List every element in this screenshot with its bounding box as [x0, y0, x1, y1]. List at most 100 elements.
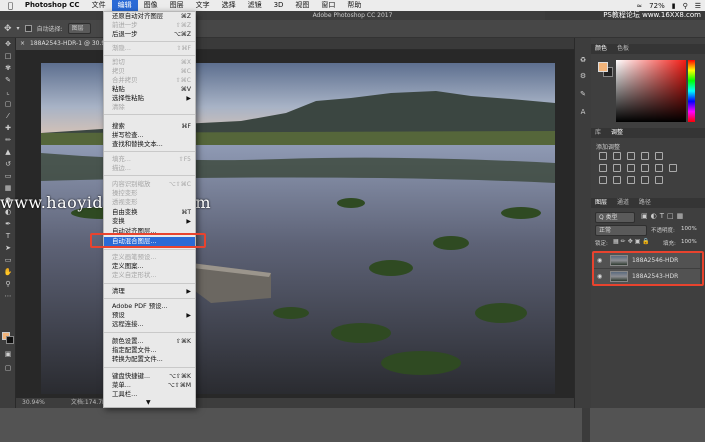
menu-select[interactable]: 选择	[216, 0, 242, 11]
menu-item[interactable]: 清理 ▶	[104, 287, 195, 296]
menu-item[interactable]: 键盘快捷键... ⌥⇧⌘K	[104, 372, 195, 381]
menu-item[interactable]: 菜单... ⌥⇧⌘M	[104, 381, 195, 390]
menu-item[interactable]: 渐隐... ⇧⌘F	[104, 44, 195, 53]
tab-layers[interactable]: 图层	[595, 199, 607, 206]
menu-item[interactable]: 定义画笔预设...	[104, 253, 195, 262]
threshold-icon[interactable]	[627, 176, 635, 184]
selective-color-icon[interactable]	[641, 176, 649, 184]
menu-item[interactable]: 合并拷贝 ⇧⌘C	[104, 76, 195, 85]
more-tools-icon[interactable]: ⋯	[3, 292, 13, 301]
opacity-value[interactable]: 100%	[681, 226, 697, 232]
background-color-swatch[interactable]	[6, 336, 14, 344]
menu-3d[interactable]: 3D	[268, 0, 290, 11]
curves-icon[interactable]	[627, 152, 635, 160]
lasso-icon[interactable]: ✾	[3, 64, 13, 73]
quick-mask-icon[interactable]: ▣	[3, 350, 13, 359]
menu-item[interactable]: 工具栏...	[104, 390, 195, 399]
menu-item[interactable]: 自由变换 ⌘T	[104, 208, 195, 217]
healing-icon[interactable]: ✚	[3, 124, 13, 133]
auto-select-dropdown[interactable]: 图层	[67, 23, 91, 34]
apple-menu-icon[interactable]: 	[0, 0, 19, 11]
menu-item[interactable]: 颜色设置... ⇧⌘K	[104, 337, 195, 346]
tab-paths[interactable]: 路径	[639, 199, 651, 206]
auto-select-checkbox[interactable]	[24, 25, 32, 32]
menu-file[interactable]: 文件	[86, 0, 112, 11]
menu-view[interactable]: 视图	[289, 0, 315, 11]
app-menu[interactable]: Photoshop CC	[19, 0, 86, 11]
list-icon[interactable]: ☰	[695, 2, 701, 10]
tab-channels[interactable]: 通道	[617, 199, 629, 206]
menu-item[interactable]: 选择性粘贴 ▶	[104, 94, 195, 103]
gradient-map-icon[interactable]	[655, 176, 663, 184]
photo-filter-icon[interactable]	[641, 164, 649, 172]
menu-item[interactable]: 转换为配置文件...	[104, 355, 195, 364]
color-balance-icon[interactable]	[613, 164, 621, 172]
channel-mixer-icon[interactable]	[655, 164, 663, 172]
menu-type[interactable]: 文字	[190, 0, 216, 11]
frame-icon[interactable]: ▢	[3, 100, 13, 109]
hand-icon[interactable]: ✋	[3, 268, 13, 277]
menu-item[interactable]: Adobe PDF 预设...	[104, 302, 195, 311]
tab-color[interactable]: 颜色	[595, 45, 607, 52]
battery-icon[interactable]: ▮	[672, 2, 676, 10]
menu-item[interactable]: 清除	[104, 103, 195, 112]
vibrance-icon[interactable]	[655, 152, 663, 160]
tab-libraries[interactable]: 库	[595, 129, 601, 136]
pen-icon[interactable]: ✒	[3, 220, 13, 229]
quick-select-icon[interactable]: ✎	[3, 76, 13, 85]
tab-swatches[interactable]: 色板	[617, 45, 629, 52]
document-tab[interactable]: × 188A2543-HDR-1 @ 30.9% (188A2543-HDR, …	[16, 38, 116, 59]
fill-value[interactable]: 100%	[681, 239, 697, 245]
menu-edit[interactable]: 编辑	[111, 0, 138, 11]
brush-icon[interactable]: ✏	[3, 136, 13, 145]
menu-item[interactable]: 拼写检查...	[104, 131, 195, 140]
menu-item[interactable]: 拷贝 ⌘C	[104, 67, 195, 76]
color-picker-field[interactable]	[616, 60, 686, 122]
menu-item[interactable]: 搜索 ⌘F	[104, 122, 195, 131]
wifi-icon[interactable]: ≈	[636, 2, 642, 10]
properties-panel-icon[interactable]: ⚙	[578, 72, 588, 81]
menu-item[interactable]: 变换 ▶	[104, 217, 195, 226]
menu-item[interactable]: 定义图案...	[104, 262, 195, 271]
marquee-icon[interactable]: □	[3, 52, 13, 61]
menu-item[interactable]: 查找和替换文本...	[104, 140, 195, 149]
eraser-icon[interactable]: ▭	[3, 172, 13, 181]
type-icon[interactable]: T	[3, 232, 13, 241]
move-tool-icon[interactable]: ✥	[4, 24, 12, 34]
menu-scroll-down-icon[interactable]: ▼	[146, 399, 151, 406]
menu-item[interactable]: 描边...	[104, 164, 195, 173]
menu-item[interactable]: 后退一步 ⌥⌘Z	[104, 30, 195, 39]
menu-item[interactable]: 剪切 ⌘X	[104, 58, 195, 67]
color-lookup-icon[interactable]	[669, 164, 677, 172]
chevron-down-icon[interactable]: ▾	[17, 25, 20, 32]
menu-item[interactable]: 透视变形	[104, 198, 195, 207]
menu-item[interactable]: 前进一步 ⇧⌘Z	[104, 21, 195, 30]
layer-filter-icons[interactable]: ▣◐T□▦	[641, 212, 686, 220]
menu-item[interactable]: 还原自动对齐图层 ⌘Z	[104, 12, 195, 21]
menu-item[interactable]: 粘贴 ⌘V	[104, 85, 195, 94]
move-icon[interactable]: ✥	[3, 40, 13, 49]
character-panel-icon[interactable]: A	[578, 108, 588, 117]
blend-mode-dropdown[interactable]: 正常	[595, 225, 647, 236]
menu-item[interactable]: 远程连接...	[104, 320, 195, 329]
menu-item[interactable]: 指定配置文件...	[104, 346, 195, 355]
close-icon[interactable]: ×	[20, 38, 25, 50]
menu-item[interactable]: 内容识别缩放 ⌥⇧⌘C	[104, 180, 195, 189]
history-panel-icon[interactable]: ♻	[578, 56, 588, 65]
hue-slider[interactable]	[688, 60, 695, 122]
posterize-icon[interactable]	[613, 176, 621, 184]
zoom-icon[interactable]: ⚲	[3, 280, 13, 289]
brightness-icon[interactable]	[599, 152, 607, 160]
levels-icon[interactable]	[613, 152, 621, 160]
layer-kind-filter[interactable]: Q 类型	[595, 212, 635, 223]
zoom-level[interactable]: 30.94%	[22, 399, 45, 406]
menu-filter[interactable]: 滤镜	[242, 0, 268, 11]
shape-icon[interactable]: ▭	[3, 256, 13, 265]
exposure-icon[interactable]	[641, 152, 649, 160]
tab-adjustments[interactable]: 调整	[611, 129, 623, 136]
brush-panel-icon[interactable]: ✎	[578, 90, 588, 99]
crop-icon[interactable]: ⌞	[3, 88, 13, 97]
menu-item[interactable]: 操控变形	[104, 189, 195, 198]
black-white-icon[interactable]	[627, 164, 635, 172]
screen-mode-icon[interactable]: ▢	[3, 364, 13, 373]
